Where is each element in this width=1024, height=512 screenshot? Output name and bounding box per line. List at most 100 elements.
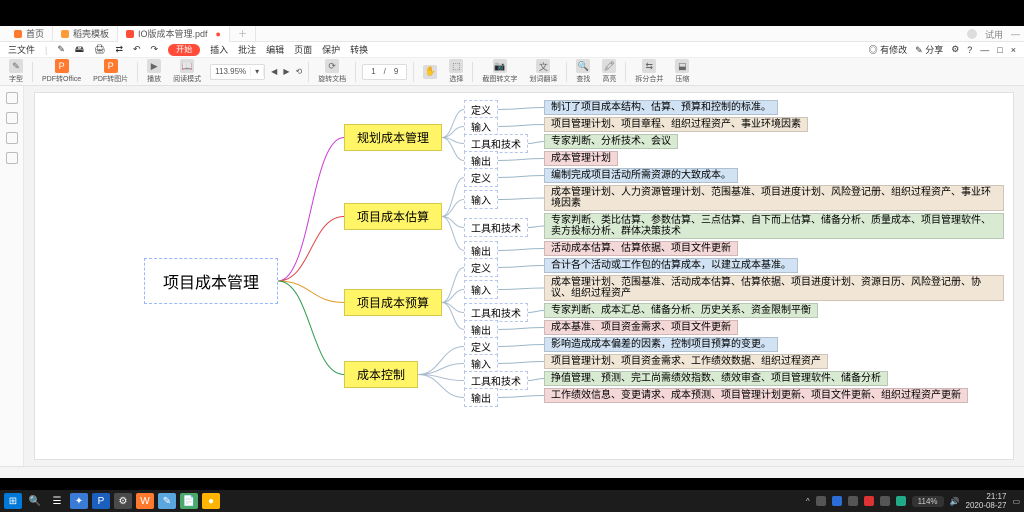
page-box[interactable]: 1 / 9	[362, 64, 407, 80]
menu-item[interactable]: 保护	[322, 43, 340, 56]
menu-item[interactable]: 页面	[294, 43, 312, 56]
taskview-icon[interactable]: ☰	[48, 493, 66, 509]
page-sep: /	[380, 67, 390, 76]
mindmap-leaf: 制订了项目成本结构、估算、预算和控制的标准。	[544, 100, 778, 115]
rail-attach-icon[interactable]	[6, 132, 18, 144]
nav-left-icon[interactable]: ◀	[271, 67, 277, 76]
user-label: 试用	[985, 28, 1003, 41]
menu-icon[interactable]: ✎	[57, 44, 65, 55]
tab-label: IO版成本管理.pdf	[138, 27, 208, 40]
menu-icon[interactable]: ↷	[151, 44, 159, 55]
content-area: 项目成本管理制订了项目成本结构、估算、预算和控制的标准。定义项目管理计划、项目章…	[0, 86, 1024, 466]
app-icon[interactable]: P	[92, 493, 110, 509]
avatar[interactable]	[967, 29, 977, 39]
mindmap-sub: 定义	[464, 168, 498, 187]
mindmap-leaf: 专家判断、类比估算、参数估算、三点估算、自下而上估算、储备分析、质量成本、项目管…	[544, 213, 1004, 239]
btn-readmode[interactable]: 📖阅读模式	[170, 59, 204, 84]
tab-add[interactable]: ＋	[230, 26, 256, 42]
tray-icon[interactable]	[816, 496, 826, 506]
btn-compress[interactable]: ⬓压缩	[672, 59, 692, 84]
mindmap-leaf: 影响造成成本偏差的因素，控制项目预算的变更。	[544, 337, 778, 352]
btn-ocr[interactable]: 📷截图转文字	[479, 59, 520, 84]
menu-item[interactable]: 编辑	[266, 43, 284, 56]
btn-pdf2img[interactable]: PPDF转图片	[90, 59, 131, 84]
mindmap-leaf: 项目管理计划、项目章程、组织过程资产、事业环境因素	[544, 117, 808, 132]
menu-right[interactable]: ✎ 分享	[915, 43, 943, 56]
app-icon[interactable]: ✦	[70, 493, 88, 509]
tray-icon[interactable]	[864, 496, 874, 506]
clock-time: 21:17	[966, 492, 1007, 501]
mindmap-branch: 成本控制	[344, 361, 418, 388]
left-rail	[0, 86, 24, 466]
menu-right[interactable]: ?	[967, 45, 972, 55]
btn-char[interactable]: ✎字型	[6, 59, 26, 84]
mindmap-sub: 工具和技术	[464, 218, 528, 237]
menu-right[interactable]: ◎ 有修改	[869, 43, 908, 56]
btn-hand[interactable]: ✋	[420, 65, 440, 79]
app-icon[interactable]: ●	[202, 493, 220, 509]
menu-item[interactable]: 插入	[210, 43, 228, 56]
min-icon[interactable]: —	[1011, 29, 1020, 39]
tray-icon[interactable]	[880, 496, 890, 506]
mindmap-leaf: 合计各个活动或工作包的估算成本，以建立成本基准。	[544, 258, 798, 273]
rail-thumb-icon[interactable]	[6, 92, 18, 104]
menu-icon[interactable]: 🖨	[94, 44, 105, 55]
nav-right-icon[interactable]: ▶	[283, 67, 289, 76]
btn-play[interactable]: ▶播放	[144, 59, 164, 84]
btn-find[interactable]: 🔍查找	[573, 59, 593, 84]
menu-item[interactable]: 批注	[238, 43, 256, 56]
tray-up-icon[interactable]: ^	[806, 497, 810, 506]
clock[interactable]: 21:17 2020-08-27	[966, 492, 1007, 510]
titlebar: 首页 稻壳模板 IO版成本管理.pdf● ＋ 试用 —	[0, 26, 1024, 42]
rail-bookmark-icon[interactable]	[6, 112, 18, 124]
menu-right[interactable]: □	[997, 45, 1002, 55]
system-tray[interactable]: ^ 114% 🔊 21:17 2020-08-27 ▭	[806, 492, 1020, 510]
page-total: 9	[390, 67, 402, 76]
mindmap-sub: 输出	[464, 388, 498, 407]
mindmap-leaf: 项目管理计划、项目资金需求、工作绩效数据、组织过程资产	[544, 354, 828, 369]
tray-icon[interactable]	[848, 496, 858, 506]
tab-document[interactable]: IO版成本管理.pdf●	[118, 26, 230, 42]
volume-icon[interactable]: 🔊	[950, 497, 960, 506]
mindmap-branch: 项目成本估算	[344, 203, 442, 230]
rail-search-icon[interactable]	[6, 152, 18, 164]
tab-templates[interactable]: 稻壳模板	[53, 26, 118, 42]
toolbar: ✎字型 PPDF转Office PPDF转图片 ▶播放 📖阅读模式 113.95…	[0, 58, 1024, 86]
tray-icon[interactable]	[832, 496, 842, 506]
btn-translate[interactable]: 文划词翻译	[526, 59, 560, 84]
btn-select[interactable]: ⬚选择	[446, 59, 466, 84]
menu-icon[interactable]: ⇄	[115, 44, 123, 55]
page-canvas[interactable]: 项目成本管理制订了项目成本结构、估算、预算和控制的标准。定义项目管理计划、项目章…	[34, 92, 1014, 460]
menu-icon[interactable]: ↶	[133, 44, 141, 55]
zoom-box[interactable]: 113.95%▾	[210, 64, 265, 80]
mindmap-leaf: 工作绩效信息、变更请求、成本预测、项目管理计划更新、项目文件更新、组织过程资产更…	[544, 388, 968, 403]
tray-icon[interactable]	[896, 496, 906, 506]
menu-file[interactable]: 三文件	[8, 43, 35, 56]
menu-start[interactable]: 开始	[168, 44, 200, 56]
clock-date: 2020-08-27	[966, 501, 1007, 510]
nav-reset-icon[interactable]: ⟲	[295, 67, 302, 76]
btn-highlight[interactable]: 🖍高亮	[599, 59, 619, 84]
zoom-value: 113.95%	[211, 67, 251, 76]
menu-right[interactable]: ⚙	[951, 44, 959, 55]
start-icon[interactable]: ⊞	[4, 493, 22, 509]
menu-right[interactable]: ×	[1011, 45, 1016, 55]
tab-label: 首页	[26, 27, 44, 40]
menu-right[interactable]: —	[980, 45, 989, 55]
mindmap-sub: 定义	[464, 258, 498, 277]
btn-pdf2office[interactable]: PPDF转Office	[39, 59, 84, 84]
app-icon[interactable]: W	[136, 493, 154, 509]
app-icon[interactable]: 📄	[180, 493, 198, 509]
menubar: 三文件 | ✎ 🖴 🖨 ⇄ ↶ ↷ 开始 插入 批注 编辑 页面 保护 转换 ◎…	[0, 42, 1024, 58]
page-current: 1	[367, 67, 379, 76]
app-icon[interactable]: ⚙	[114, 493, 132, 509]
app-statusbar	[0, 466, 1024, 478]
btn-rotate[interactable]: ⟳旋转文档	[315, 59, 349, 84]
tab-home[interactable]: 首页	[6, 26, 53, 42]
btn-split[interactable]: ⇆拆分合并	[632, 59, 666, 84]
menu-icon[interactable]: 🖴	[75, 42, 84, 58]
menu-item[interactable]: 转换	[350, 43, 368, 56]
app-icon[interactable]: ✎	[158, 493, 176, 509]
search-icon[interactable]: 🔍	[26, 493, 44, 509]
notification-icon[interactable]: ▭	[1012, 497, 1020, 506]
